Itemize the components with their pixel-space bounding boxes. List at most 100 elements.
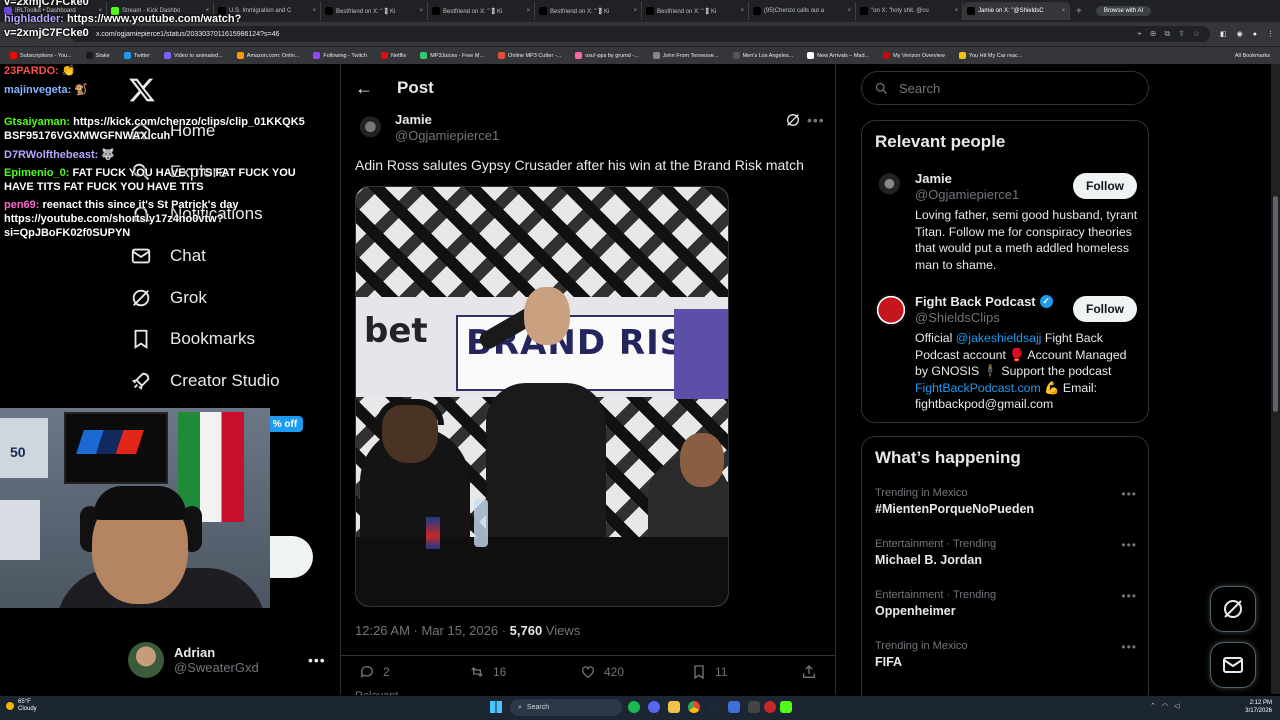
fight-back-logo[interactable] [875, 294, 907, 326]
bookmark-item[interactable]: Netflix [375, 52, 412, 59]
bookmark-button[interactable]: 11 [691, 664, 727, 680]
repost-button[interactable]: 16 [469, 664, 506, 680]
star-icon[interactable]: ☆ [1193, 29, 1200, 39]
scrollbar-thumb[interactable] [1273, 196, 1278, 412]
taskbar-clock[interactable]: 2:12 PM 3/17/2026 [1245, 699, 1272, 715]
install-icon[interactable]: ⧉ [1164, 29, 1170, 39]
follow-button[interactable]: Follow [1073, 296, 1137, 322]
chat-text: 🐺 [101, 149, 116, 161]
extension-icon[interactable]: ◧ [1220, 30, 1227, 38]
windows-start-icon[interactable] [490, 701, 502, 713]
trend-more-icon[interactable]: ••• [1121, 538, 1137, 552]
follow-button[interactable]: Follow [1073, 173, 1137, 199]
close-tab-icon[interactable]: × [740, 8, 744, 14]
person-handle[interactable]: @ShieldsClips [915, 310, 1000, 325]
author-avatar[interactable] [356, 114, 388, 146]
bookmark-item[interactable]: MP3Juices - Free M... [414, 52, 490, 59]
grok-fab[interactable] [1210, 586, 1256, 632]
location-icon[interactable]: ⌖ [1137, 29, 1142, 39]
trend-name: Oppenheimer [875, 604, 956, 618]
browser-tab[interactable]: Bestfriend on X: "💈Ki × [428, 2, 535, 20]
kick-icon[interactable] [780, 701, 792, 713]
new-tab-icon[interactable]: + [1070, 6, 1088, 17]
bookmark-item[interactable]: Online MP3 Cutter -... [492, 52, 567, 59]
close-tab-icon[interactable]: × [847, 8, 851, 14]
bookmark-item[interactable]: John From Tennesse... [647, 52, 725, 59]
chat-message: v=2xmjC7FCke0 [4, 0, 89, 8]
wifi-icon[interactable]: ◠ [1162, 702, 1168, 710]
obs-icon[interactable] [764, 701, 776, 713]
person-name[interactable]: Fight Back Podcast ✓ [915, 294, 1053, 309]
person-name-text[interactable]: Jamie [915, 171, 952, 186]
grok-icon[interactable] [785, 112, 801, 128]
trend-item[interactable]: Trending in Mexico #MientenPorqueNoPueden… [875, 487, 1137, 516]
trend-more-icon[interactable]: ••• [1121, 589, 1137, 603]
search-icon: ⌕ [518, 703, 522, 711]
close-tab-icon[interactable]: × [954, 8, 958, 14]
close-tab-icon[interactable]: × [526, 8, 530, 14]
author-handle[interactable]: @Ogjamiepierce1 [395, 128, 499, 143]
back-arrow-icon[interactable]: ← [355, 78, 373, 99]
share-icon[interactable]: ⇪ [1178, 29, 1185, 39]
trend-item[interactable]: Entertainment · Trending Oppenheimer ••• [875, 589, 1137, 618]
person-name-text[interactable]: Fight Back Podcast [915, 294, 1036, 309]
reply-button[interactable]: 2 [359, 664, 390, 680]
close-tab-icon[interactable]: × [633, 8, 637, 14]
bookmark-item[interactable]: osu!-pps by grumd -... [569, 52, 645, 59]
post-button[interactable] [268, 536, 313, 578]
close-tab-icon[interactable]: × [1061, 8, 1065, 14]
bookmark-item[interactable]: You Hit My Car reac... [953, 52, 1029, 59]
nav-item-bookmarks[interactable]: Bookmarks [130, 328, 255, 350]
file-explorer-icon[interactable] [668, 701, 680, 713]
app-icon[interactable] [728, 701, 740, 713]
chrome-icon[interactable] [688, 701, 700, 713]
trend-more-icon[interactable]: ••• [1121, 487, 1137, 501]
steam-icon[interactable] [708, 701, 720, 713]
all-bookmarks-button[interactable]: All Bookmarks [1229, 53, 1280, 59]
bio-mention-link[interactable]: @jakeshieldsajj [956, 331, 1042, 345]
bio-url-link[interactable]: FightBackPodcast.com [915, 381, 1041, 395]
more-dots-icon[interactable]: ••• [308, 652, 326, 668]
nav-item-creator-studio[interactable]: Creator Studio [130, 370, 280, 392]
bookmark-item[interactable]: New Arrivals – Mad... [801, 52, 875, 59]
profile-icon[interactable]: ● [1253, 31, 1257, 38]
like-button[interactable]: 420 [580, 664, 624, 680]
chevron-up-icon[interactable]: ⌃ [1150, 702, 1156, 710]
spotify-icon[interactable] [628, 701, 640, 713]
extension-icon-2[interactable]: ◉ [1237, 30, 1243, 38]
browser-tab[interactable]: Jamie on X: "@ShieldsC × [963, 2, 1070, 20]
browser-tab[interactable]: Bestfriend on X: "💈Ki × [321, 2, 428, 20]
trend-more-icon[interactable]: ••• [1121, 640, 1137, 654]
trend-item[interactable]: Trending in Mexico FIFA ••• [875, 640, 1137, 669]
messages-fab[interactable] [1210, 642, 1256, 688]
nav-item-grok[interactable]: Grok [130, 287, 207, 309]
share-button[interactable] [801, 664, 817, 680]
post-media[interactable]: bet BRAND RISK [355, 186, 729, 607]
bookmark-item[interactable]: My Verizon Overview [877, 52, 951, 59]
taskbar-search[interactable]: ⌕ Search [510, 699, 622, 716]
person-handle[interactable]: @Ogjamiepierce1 [915, 187, 1019, 202]
speaker-icon[interactable]: ◁ [1174, 702, 1179, 710]
person-name[interactable]: Jamie [915, 171, 952, 186]
bookmark-item[interactable]: Men's Los Angeles... [727, 52, 800, 59]
discord-icon[interactable] [648, 701, 660, 713]
browser-tab[interactable]: "on X: "holy shit. @cu × [856, 2, 963, 20]
trend-item[interactable]: Entertainment · Trending Michael B. Jorda… [875, 538, 1137, 567]
search-input[interactable]: Search [861, 71, 1149, 105]
close-tab-icon[interactable]: × [419, 8, 423, 14]
account-switcher[interactable]: Adrian @SweaterGxd [128, 640, 328, 680]
nav-item-chat[interactable]: Chat [130, 245, 206, 267]
browse-with-ai-button[interactable]: Browse with AI [1095, 6, 1152, 16]
browser-tab[interactable]: Bestfriend on X: "💈Ki × [642, 2, 749, 20]
browser-menu-icon[interactable]: ⋮ [1267, 30, 1274, 38]
browser-tab[interactable]: Bestfriend on X: "💈Ki × [535, 2, 642, 20]
browser-tab[interactable]: (95)Chenzo calls out a × [749, 2, 856, 20]
weather-widget[interactable]: 65°F Cloudy [6, 699, 37, 713]
avatar[interactable] [875, 171, 907, 203]
chat-text: 🐒 [74, 84, 89, 96]
app-icon-2[interactable] [748, 701, 760, 713]
promo-badge[interactable]: % off [267, 416, 303, 432]
author-name[interactable]: Jamie [395, 112, 432, 127]
post-more-icon[interactable]: ••• [807, 112, 825, 128]
zoom-icon[interactable]: ⊕ [1150, 29, 1157, 39]
